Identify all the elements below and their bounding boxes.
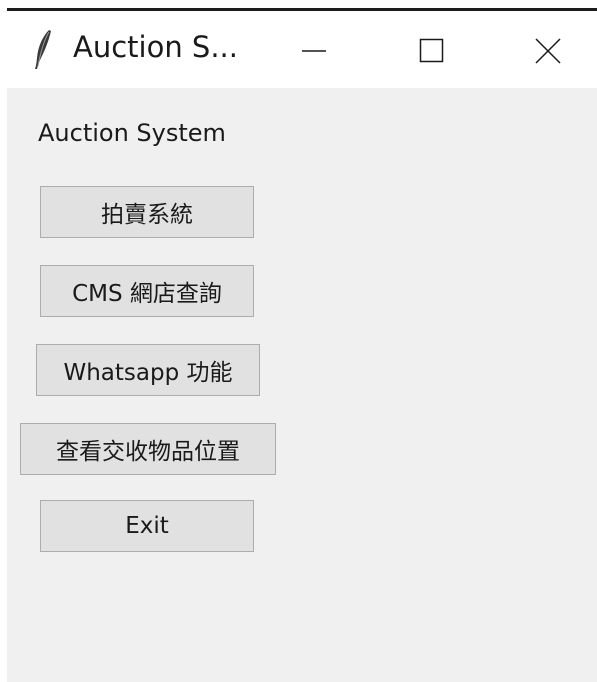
maximize-button[interactable] <box>403 11 463 88</box>
window-title: Auction S... <box>73 30 238 64</box>
close-button[interactable] <box>517 11 577 88</box>
feather-icon <box>33 28 53 70</box>
whatsapp-function-button-label: Whatsapp 功能 <box>63 360 233 386</box>
exit-button[interactable]: Exit <box>40 500 254 552</box>
cms-shop-query-button[interactable]: CMS 網店查詢 <box>40 265 254 317</box>
main-content: Auction System 拍賣系統 CMS 網店查詢 Whatsapp 功能… <box>7 88 597 682</box>
minimize-button[interactable] <box>285 11 345 88</box>
whatsapp-function-button[interactable]: Whatsapp 功能 <box>36 344 260 396</box>
auction-system-button-label: 拍賣系統 <box>101 202 193 228</box>
exit-button-label: Exit <box>125 513 169 539</box>
app-heading: Auction System <box>38 119 226 147</box>
app-window: Auction S... Auction System 拍賣系統 CMS 網店查… <box>7 8 597 682</box>
cms-shop-query-button-label: CMS 網店查詢 <box>72 281 222 307</box>
view-item-location-button-label: 查看交收物品位置 <box>56 439 240 465</box>
view-item-location-button[interactable]: 查看交收物品位置 <box>20 423 276 475</box>
auction-system-button[interactable]: 拍賣系統 <box>40 186 254 238</box>
title-bar[interactable]: Auction S... <box>7 11 597 88</box>
